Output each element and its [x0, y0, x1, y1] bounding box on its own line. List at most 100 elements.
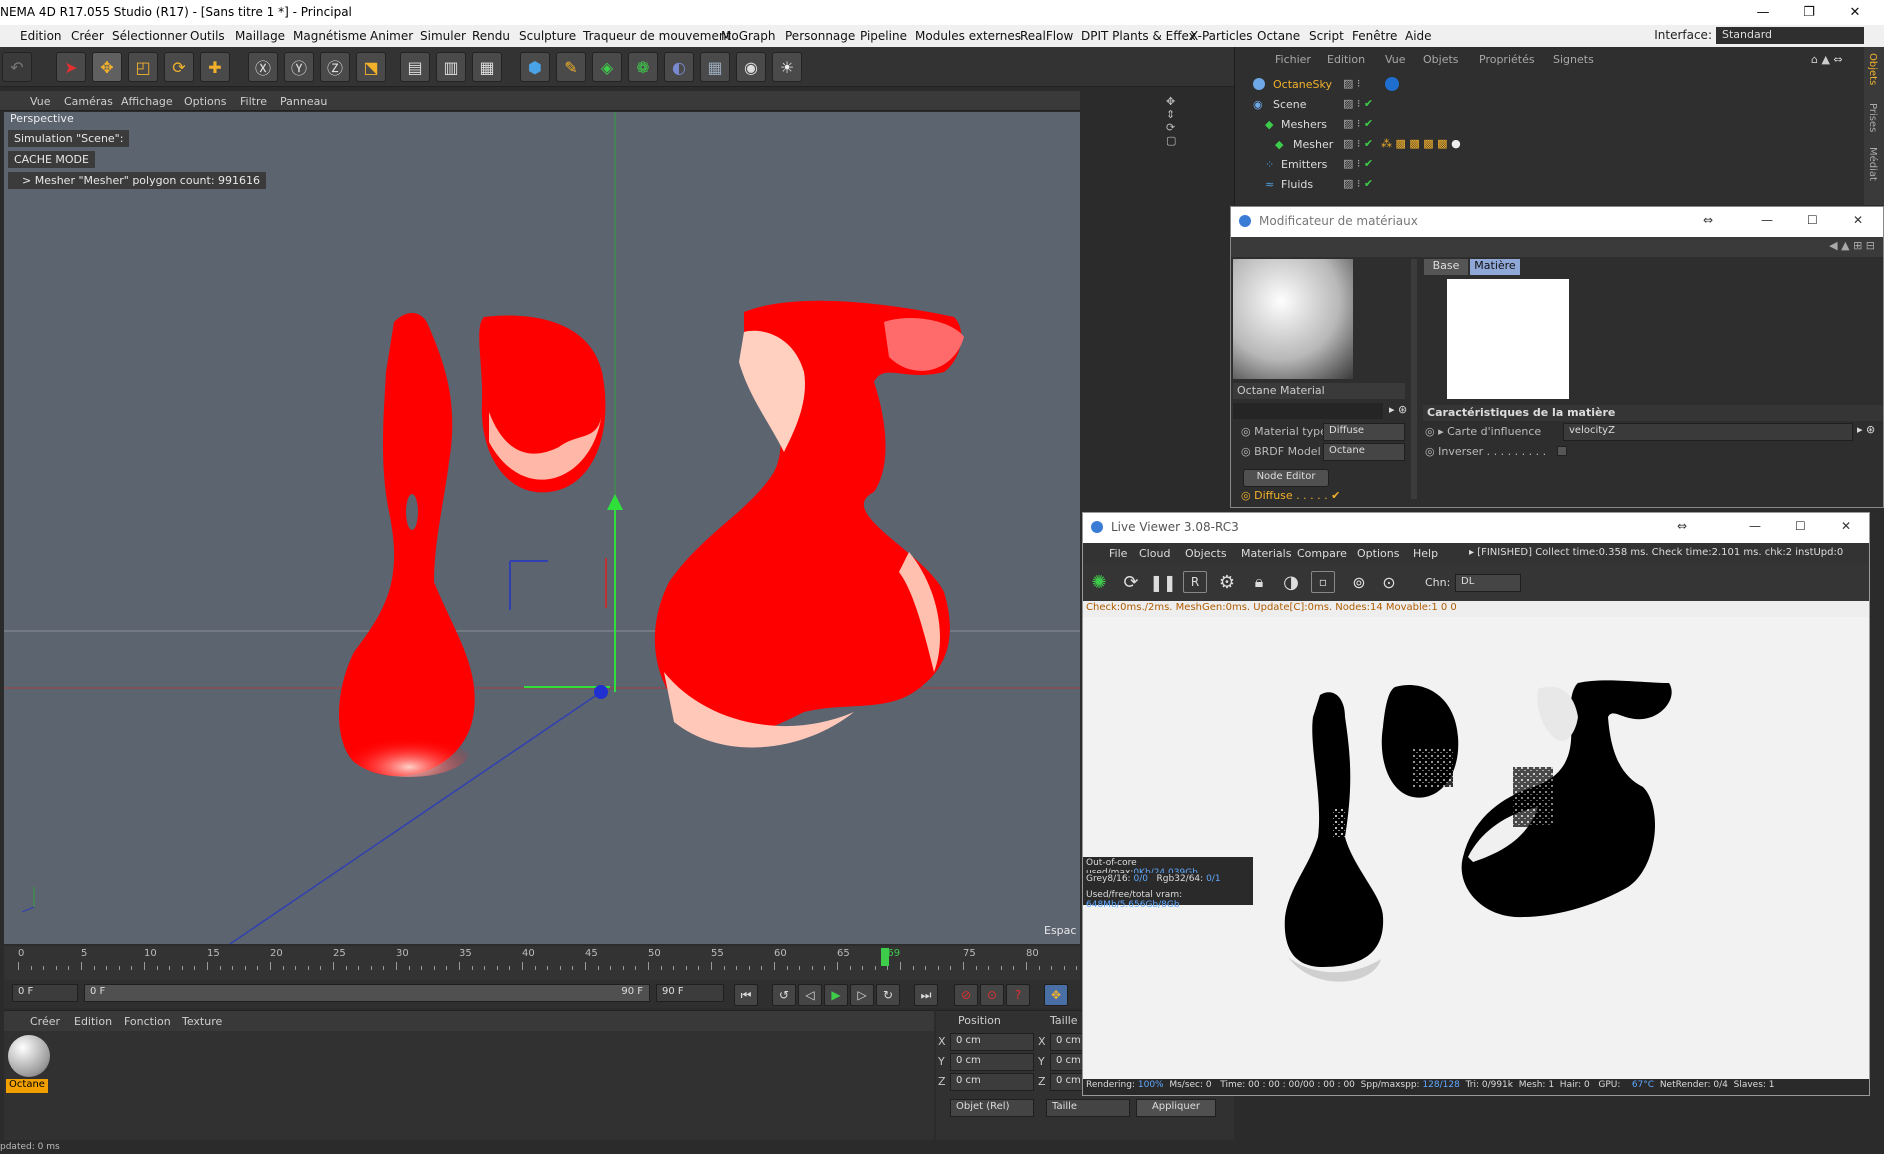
mw-nav-icons[interactable]: ◀ ▲ ⊞ ⊟ — [1829, 239, 1875, 252]
menu-xparticles[interactable]: X-Particles — [1190, 29, 1253, 43]
object-visibility-icons[interactable]: ▨ ⁝ — [1343, 77, 1360, 90]
menu-modules-externes[interactable]: Modules externes — [915, 29, 1021, 43]
gizmo-center[interactable] — [594, 685, 608, 699]
menu-selectionner[interactable]: Sélectionner — [112, 29, 187, 43]
menu-simuler[interactable]: Simuler — [420, 29, 466, 43]
menu-realflow[interactable]: RealFlow — [1020, 29, 1073, 43]
camera-icon[interactable]: ◉ — [736, 52, 766, 82]
autokey-icon[interactable]: ⊙ — [980, 984, 1004, 1006]
menu-personnage[interactable]: Personnage — [785, 29, 855, 43]
render-view[interactable] — [1083, 617, 1869, 1095]
material-ball-icon[interactable]: ◑ — [1279, 571, 1303, 593]
om-menu-objets[interactable]: Objets — [1423, 53, 1459, 66]
brdf-model-dropdown[interactable]: Octane — [1323, 443, 1405, 461]
record-icon[interactable]: ⊘ — [954, 984, 978, 1006]
lv-menu-materials[interactable]: Materials — [1241, 547, 1291, 560]
om-menu-signets[interactable]: Signets — [1553, 53, 1594, 66]
object-row-scene[interactable]: ◉ Scene ▨ ⁝ ✔ — [1235, 95, 1835, 114]
material-preview[interactable] — [1233, 259, 1353, 379]
menu-rendu[interactable]: Rendu — [472, 29, 510, 43]
object-visibility-icons[interactable]: ▨ ⁝ ✔ — [1343, 137, 1373, 150]
next-frame-icon[interactable]: ▷ — [850, 984, 874, 1006]
menu-traqueur[interactable]: Traqueur de mouvement — [583, 29, 731, 43]
menu-script[interactable]: Script — [1309, 29, 1344, 43]
side-tab-objets[interactable]: Objets — [1867, 53, 1878, 85]
pause-icon[interactable]: ❚❚ — [1150, 571, 1177, 593]
menu-fenetre[interactable]: Fenêtre — [1352, 29, 1397, 43]
node-editor-button[interactable]: Node Editor — [1243, 469, 1329, 487]
menu-maillage[interactable]: Maillage — [235, 29, 285, 43]
influence-field[interactable]: velocityZ — [1563, 423, 1853, 441]
menu-creer[interactable]: Créer — [71, 29, 104, 43]
object-row-meshers[interactable]: ◆ Meshers ▨ ⁝ ✔ — [1235, 115, 1835, 134]
viewport-nav-icons[interactable]: ✥ ⇕ ⟳ ▢ — [1166, 95, 1176, 147]
lv-minimize-icon[interactable]: — — [1749, 519, 1761, 533]
pen-icon[interactable]: ✎ — [556, 52, 586, 82]
lv-menu-options[interactable]: Options — [1357, 547, 1399, 560]
octane-tag-icon[interactable] — [1385, 77, 1399, 91]
scale-icon[interactable]: ◰ — [128, 52, 158, 82]
menu-edition[interactable]: Edition — [20, 29, 62, 43]
pick-focus-icon[interactable]: ⊚ — [1347, 571, 1371, 593]
object-visibility-icons[interactable]: ▨ ⁝ ✔ — [1343, 177, 1373, 190]
om-menu-vue[interactable]: Vue — [1385, 53, 1406, 66]
x-axis-icon[interactable]: Ⓧ — [248, 52, 278, 82]
viewport-menu-vue[interactable]: Vue — [30, 95, 51, 108]
material-label[interactable]: Octane — [6, 1079, 48, 1093]
rotate-icon[interactable]: ⟳ — [164, 52, 194, 82]
coordinate-system-icon[interactable]: ⬔ — [356, 52, 386, 82]
object-row-fluids[interactable]: ≈ Fluids ▨ ⁝ ✔ — [1235, 175, 1835, 194]
material-tags-icons[interactable]: ⁂ ▩ ▩ ▩ ▩ ● — [1381, 137, 1461, 150]
menu-pipeline[interactable]: Pipeline — [860, 29, 907, 43]
move-icon[interactable]: ✥ — [92, 52, 122, 82]
viewport-menu-cameras[interactable]: Caméras — [64, 95, 113, 108]
om-menu-proprietes[interactable]: Propriétés — [1479, 53, 1535, 66]
om-nav-icons[interactable]: ⌂ ▲ ⇔ — [1811, 53, 1843, 66]
material-name-field[interactable]: Octane Material — [1233, 383, 1405, 399]
pick-material-icon[interactable]: ⊙ — [1377, 571, 1401, 593]
object-row-mesher[interactable]: ◆ Mesher ▨ ⁝ ✔ ⁂ ▩ ▩ ▩ ▩ ● — [1235, 135, 1835, 154]
deformer-icon[interactable]: ◐ — [664, 52, 694, 82]
viewport-menu-panneau[interactable]: Panneau — [280, 95, 327, 108]
select-icon[interactable]: ➤ — [56, 52, 86, 82]
mw-close-icon[interactable]: ✕ — [1853, 213, 1863, 227]
lv-menu-cloud[interactable]: Cloud — [1139, 547, 1170, 560]
previous-frame-icon[interactable]: ◁ — [798, 984, 822, 1006]
viewport-menu-filtre[interactable]: Filtre — [240, 95, 267, 108]
lv-menu-objects[interactable]: Objects — [1185, 547, 1227, 560]
mm-menu-fonction[interactable]: Fonction — [124, 1015, 171, 1028]
interface-dropdown[interactable]: Standard — [1716, 27, 1864, 44]
invert-checkbox[interactable] — [1557, 446, 1567, 456]
om-menu-edition[interactable]: Edition — [1327, 53, 1365, 66]
interface-selector[interactable]: Interface: Standard — [1654, 27, 1864, 44]
y-axis-icon[interactable]: Ⓨ — [284, 52, 314, 82]
influence-picker-icon[interactable]: ▸ ⊛ — [1857, 423, 1875, 436]
side-tab-prises[interactable]: Prises — [1867, 103, 1878, 132]
tab-matiere[interactable]: Matière — [1470, 259, 1520, 275]
tab-base[interactable]: Base — [1424, 259, 1468, 275]
lv-menu-compare[interactable]: Compare — [1297, 547, 1347, 560]
mw-scrollbar[interactable] — [1411, 259, 1417, 499]
restart-icon[interactable]: ⟳ — [1119, 571, 1143, 593]
live-move-icon[interactable]: ✚ — [200, 52, 230, 82]
object-row-octanesky[interactable]: OctaneSky ▨ ⁝ — [1235, 75, 1835, 94]
lv-menu-file[interactable]: File — [1109, 547, 1127, 560]
region-icon[interactable]: R — [1183, 571, 1207, 593]
position-z-field[interactable]: 0 cm — [950, 1073, 1034, 1091]
object-visibility-icons[interactable]: ▨ ⁝ ✔ — [1343, 117, 1373, 130]
floor-icon[interactable]: ▦ — [700, 52, 730, 82]
octane-start-icon[interactable]: ✺ — [1087, 571, 1111, 593]
diffuse-row[interactable]: ◎ Diffuse . . . . . ✔ — [1241, 489, 1340, 502]
mm-menu-edition[interactable]: Edition — [74, 1015, 112, 1028]
cube-icon[interactable]: ⬢ — [520, 52, 550, 82]
subdivision-icon[interactable]: ◈ — [592, 52, 622, 82]
menu-animer[interactable]: Animer — [370, 29, 413, 43]
z-axis-icon[interactable]: Ⓩ — [320, 52, 350, 82]
timeline-range-slider[interactable]: 0 F 90 F — [84, 984, 650, 1002]
menu-aide[interactable]: Aide — [1405, 29, 1432, 43]
channel-dropdown[interactable]: DL — [1455, 574, 1521, 592]
go-to-start-icon[interactable]: ⏮ — [734, 984, 758, 1006]
lv-menu-help[interactable]: Help — [1413, 547, 1438, 560]
lock-icon[interactable]: 🔒︎ — [1247, 571, 1271, 593]
size-mode-dropdown[interactable]: Taille — [1046, 1099, 1130, 1117]
